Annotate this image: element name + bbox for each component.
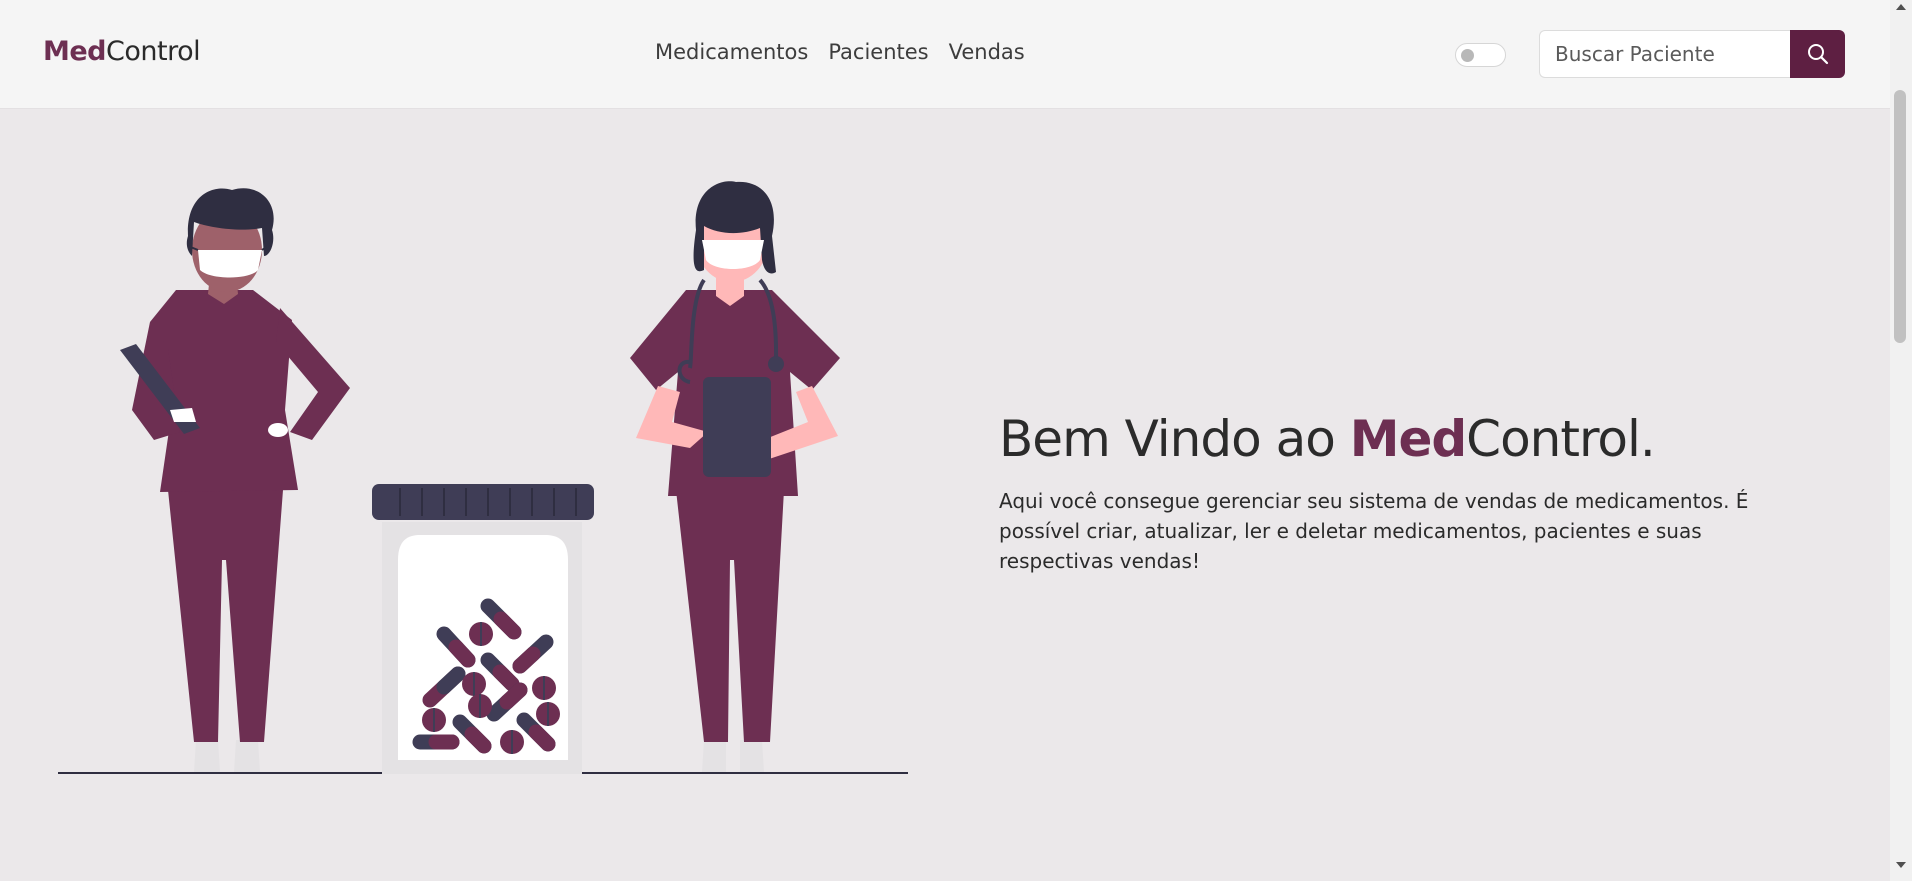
- nav-link-vendas[interactable]: Vendas: [949, 40, 1025, 64]
- brand-accent: Med: [43, 36, 107, 67]
- hero-title-accent: Med: [1349, 410, 1467, 468]
- doctor-right-figure: [630, 181, 840, 772]
- theme-toggle[interactable]: [1455, 43, 1506, 67]
- nav-link-medicamentos[interactable]: Medicamentos: [655, 40, 808, 64]
- main-nav: Medicamentos Pacientes Vendas: [655, 40, 1025, 64]
- hero-title-suffix: Control.: [1466, 410, 1656, 468]
- hero-description: Aqui você consegue gerenciar seu sistema…: [999, 489, 1749, 573]
- doctor-left-figure: [120, 188, 350, 772]
- pill-jar: [372, 484, 594, 774]
- scroll-thumb[interactable]: [1894, 90, 1906, 343]
- hero-section: Bem Vindo ao MedControl. Aqui você conse…: [999, 410, 1799, 576]
- search-icon: [1807, 44, 1828, 65]
- brand-suffix: Control: [106, 36, 201, 67]
- page-scrollbar[interactable]: [1890, 0, 1912, 881]
- scroll-down-arrow-icon[interactable]: [1896, 862, 1906, 868]
- toggle-knob: [1461, 49, 1474, 62]
- scroll-up-arrow-icon[interactable]: [1896, 4, 1906, 10]
- medical-staff-illustration: [58, 181, 908, 774]
- hero-title-prefix: Bem Vindo ao: [999, 410, 1350, 468]
- search-patient-input[interactable]: [1539, 30, 1791, 78]
- brand-logo[interactable]: MedControl: [43, 36, 201, 67]
- search-button[interactable]: [1790, 30, 1845, 78]
- hero-title: Bem Vindo ao MedControl.: [999, 410, 1799, 468]
- nav-link-pacientes[interactable]: Pacientes: [828, 40, 928, 64]
- navbar: MedControl Medicamentos Pacientes Vendas: [0, 0, 1890, 109]
